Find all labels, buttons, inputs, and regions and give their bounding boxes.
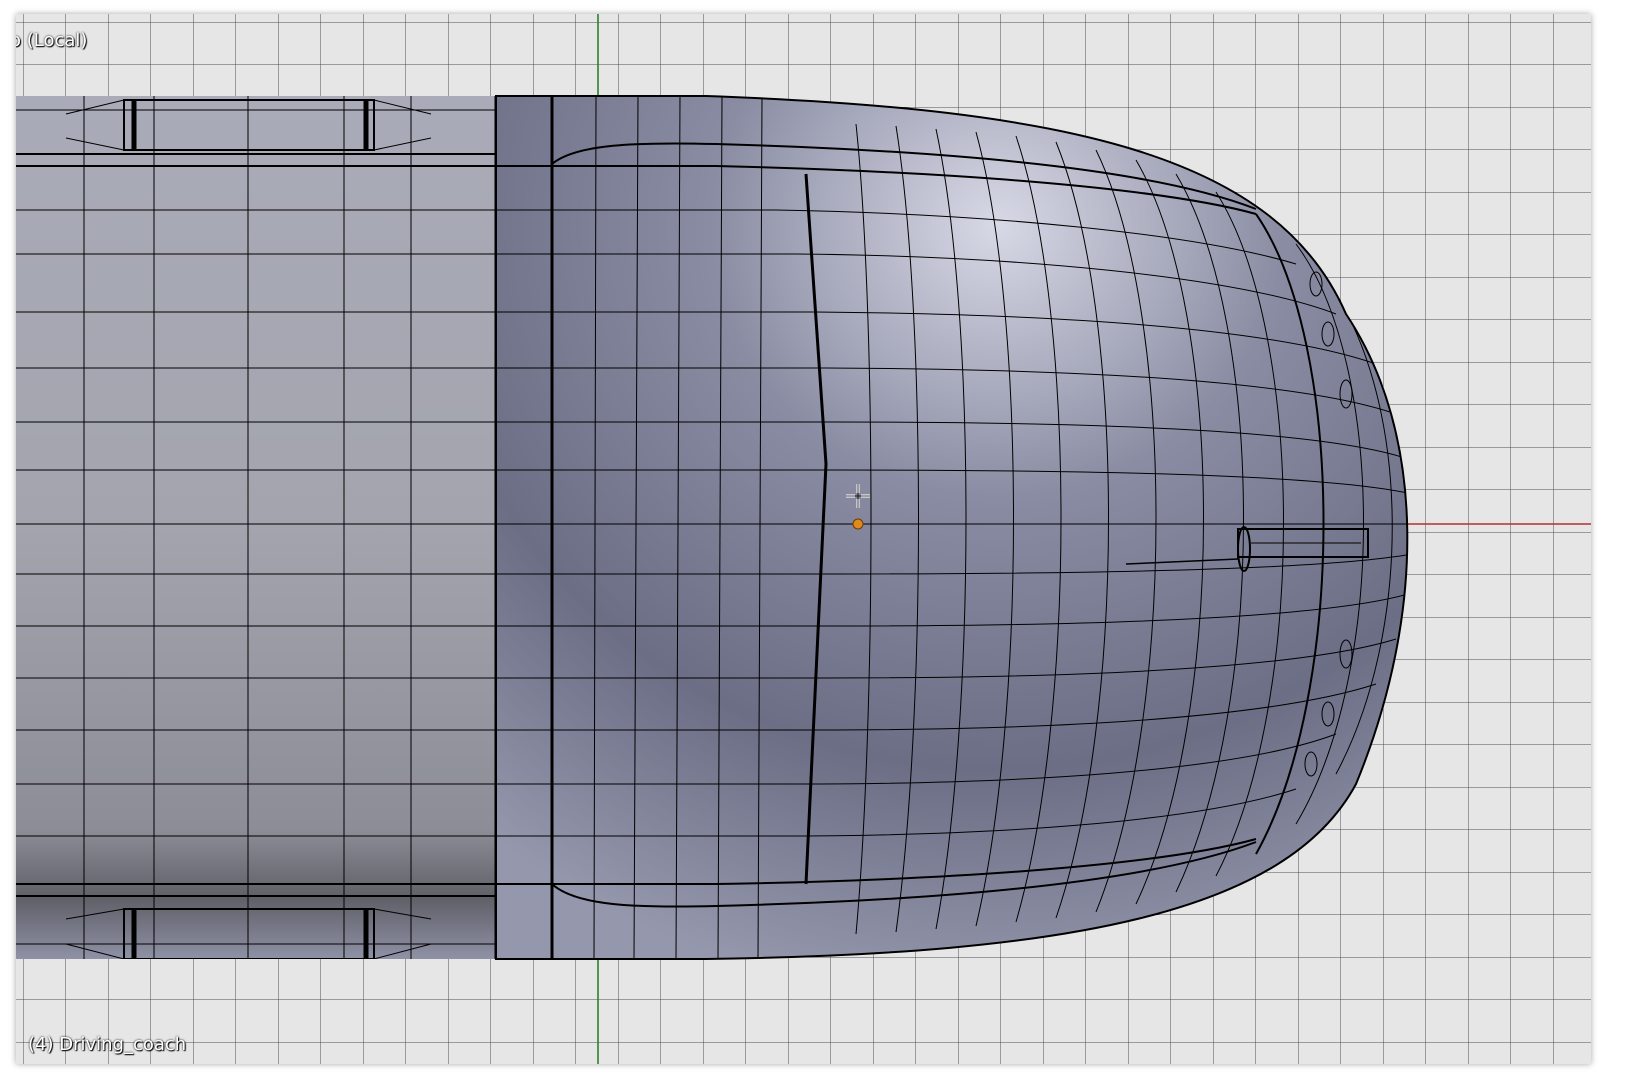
mesh-nose[interactable] [495,95,1414,960]
3d-viewport[interactable]: o (Local) (4) Driving_coach [16,14,1591,1064]
view-label: o (Local) [16,30,88,51]
viewport-scene[interactable] [16,14,1591,1064]
object-origin-icon[interactable] [852,518,864,530]
active-object-label: (4) Driving_coach [28,1034,187,1055]
mesh-body[interactable] [16,96,498,959]
